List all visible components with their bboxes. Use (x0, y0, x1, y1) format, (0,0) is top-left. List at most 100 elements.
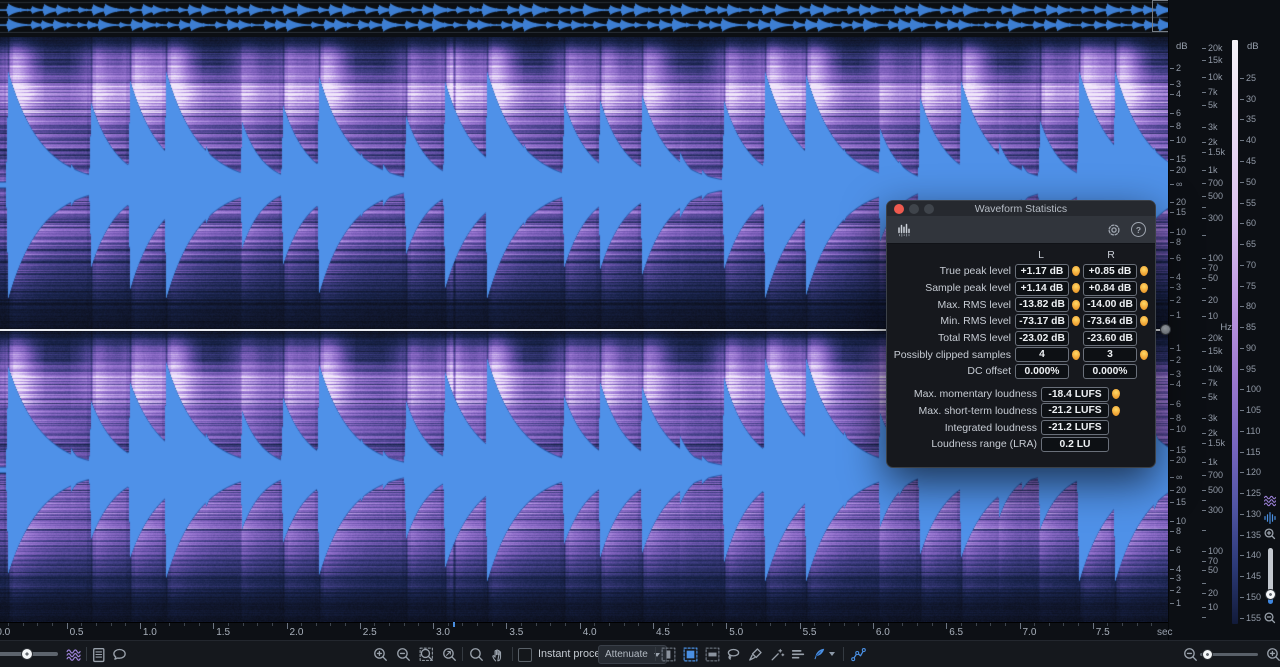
frequency-tick: 10k (1202, 364, 1223, 374)
time-tick-major (67, 623, 68, 629)
time-tick-label: 1.0 (143, 627, 157, 638)
time-tick-minor (418, 623, 419, 626)
vertical-zoom-in-button[interactable] (1263, 527, 1277, 541)
time-frequency-selection-tool-selected[interactable] (682, 646, 699, 663)
gear-icon[interactable] (1106, 222, 1122, 238)
magnifier-tool[interactable] (468, 646, 485, 663)
lamp-icon[interactable] (1112, 406, 1120, 416)
scale-tick: 75 (1240, 281, 1256, 291)
stats-value-right: -14.00 dB (1083, 297, 1137, 312)
waveform-view-icon[interactable] (1263, 511, 1277, 525)
lamp-icon[interactable] (1140, 350, 1148, 360)
amplitude-tick: 3 (1170, 282, 1181, 292)
zoom-fit-button[interactable] (441, 646, 458, 663)
blend-slider-thumb[interactable] (21, 648, 33, 660)
amplitude-tick: 20 (1170, 455, 1186, 465)
brush-selection-tool[interactable] (747, 646, 764, 663)
lamp-icon[interactable] (1072, 350, 1080, 360)
zoom-selection-button[interactable] (418, 646, 435, 663)
stats-row: Max. RMS level-13.82 dB-14.00 dB (887, 296, 1155, 313)
time-tick-label: 5.5 (803, 627, 817, 638)
amplitude-tick: 15 (1170, 445, 1186, 455)
overview-minimap[interactable] (0, 0, 1176, 33)
lamp-icon[interactable] (1072, 266, 1080, 276)
lamp-icon[interactable] (1140, 283, 1148, 293)
loudness-row: Max. short-term loudness-21.2 LUFS (887, 403, 1155, 420)
toolbar-separator (512, 647, 513, 661)
time-tick-minor (52, 623, 53, 626)
amplitude-ruler[interactable]: 23468101520∞201510864321123468101520∞201… (1170, 0, 1200, 640)
comment-bubble-icon[interactable] (111, 646, 128, 663)
feather-options-chevron-icon[interactable] (829, 652, 835, 656)
horizontal-zoom-slider-thumb[interactable] (1202, 649, 1213, 660)
feather-selection-tool[interactable] (810, 646, 827, 663)
time-tick-minor (1005, 623, 1006, 626)
zoom-in-button[interactable] (372, 646, 389, 663)
time-ruler[interactable]: 0.00.51.01.52.02.53.03.54.04.55.05.56.06… (0, 622, 1168, 641)
vertical-zoom-out-button[interactable] (1263, 611, 1277, 625)
time-tick-major (287, 623, 288, 629)
scale-tick: 125 (1240, 488, 1261, 498)
curve-edit-tool[interactable] (850, 646, 867, 663)
horizontal-zoom-in-button[interactable] (1265, 646, 1280, 663)
frequency-tick: 10 (1202, 602, 1218, 612)
time-tick-minor (462, 623, 463, 626)
vertical-zoom-slider-thumb[interactable] (1265, 589, 1276, 600)
zoom-out-button[interactable] (395, 646, 412, 663)
stats-value-left: +1.17 dB (1015, 264, 1069, 279)
lamp-icon[interactable] (1072, 283, 1080, 293)
scale-tick: 145 (1240, 571, 1261, 581)
clipboard-icon[interactable] (90, 646, 107, 663)
time-tick-minor (448, 623, 449, 626)
amplitude-tick: 8 (1170, 413, 1181, 423)
time-tick-label: 0.0 (0, 627, 10, 638)
frequency-tick: 100 (1202, 253, 1223, 263)
lamp-icon[interactable] (1112, 389, 1120, 399)
horizontal-zoom-out-button[interactable] (1182, 646, 1199, 663)
spectrogram-colorbar (1232, 40, 1238, 624)
frequency-tick (1202, 578, 1208, 588)
time-tick-minor (243, 623, 244, 626)
time-tick-minor (1063, 623, 1064, 626)
time-tick-minor (1107, 623, 1108, 626)
waveform-statistics-dialog: Waveform Statistics ? L R True peak leve… (886, 200, 1156, 468)
amplitude-tick: 15 (1170, 497, 1186, 507)
scale-tick: 100 (1240, 384, 1261, 394)
time-selection-tool[interactable] (660, 646, 677, 663)
stats-value-left: -13.82 dB (1015, 297, 1069, 312)
scale-tick: 35 (1240, 114, 1256, 124)
lasso-selection-tool[interactable] (725, 646, 742, 663)
time-tick-label: 5.0 (729, 627, 743, 638)
hand-pan-tool[interactable] (490, 646, 507, 663)
frequency-selection-tool[interactable] (704, 646, 721, 663)
lamp-icon[interactable] (1140, 316, 1148, 326)
frequency-ruler[interactable]: 20k15k10k7k5k3k2k1.5k1k70050030010070502… (1202, 0, 1234, 640)
stats-row: Sample peak level+1.14 dB+0.84 dB (887, 280, 1155, 297)
amplitude-tick: 10 (1170, 424, 1186, 434)
instant-process-checkbox[interactable] (518, 648, 532, 662)
frequency-tick: 700 (1202, 178, 1223, 188)
harmonic-selection-tool[interactable] (789, 646, 806, 663)
frequency-tick: 10k (1202, 72, 1223, 82)
lamp-icon[interactable] (1140, 266, 1148, 276)
help-icon[interactable]: ? (1131, 222, 1146, 237)
lamp-icon[interactable] (1140, 300, 1148, 310)
statistics-histogram-icon (896, 222, 916, 238)
scale-tick: 50 (1240, 177, 1256, 187)
amplitude-tick: 3 (1170, 79, 1181, 89)
spectrogram-view-icon[interactable] (1263, 494, 1277, 508)
amplitude-tick: 1 (1170, 598, 1181, 608)
time-tick-minor (932, 623, 933, 626)
lamp-icon[interactable] (1072, 300, 1080, 310)
time-tick-label: 7.0 (1023, 627, 1037, 638)
time-tick-minor (829, 623, 830, 626)
dialog-titlebar[interactable]: Waveform Statistics (887, 201, 1155, 216)
scale-tick: 90 (1240, 343, 1256, 353)
magic-wand-tool[interactable] (769, 646, 786, 663)
loudness-value: -18.4 LUFS (1041, 387, 1109, 402)
time-tick-label: 0.5 (70, 627, 84, 638)
lamp-icon[interactable] (1072, 316, 1080, 326)
time-tick-major (1020, 623, 1021, 629)
scale-tick: 105 (1240, 405, 1261, 415)
attenuate-dropdown[interactable]: Attenuate (598, 645, 667, 664)
